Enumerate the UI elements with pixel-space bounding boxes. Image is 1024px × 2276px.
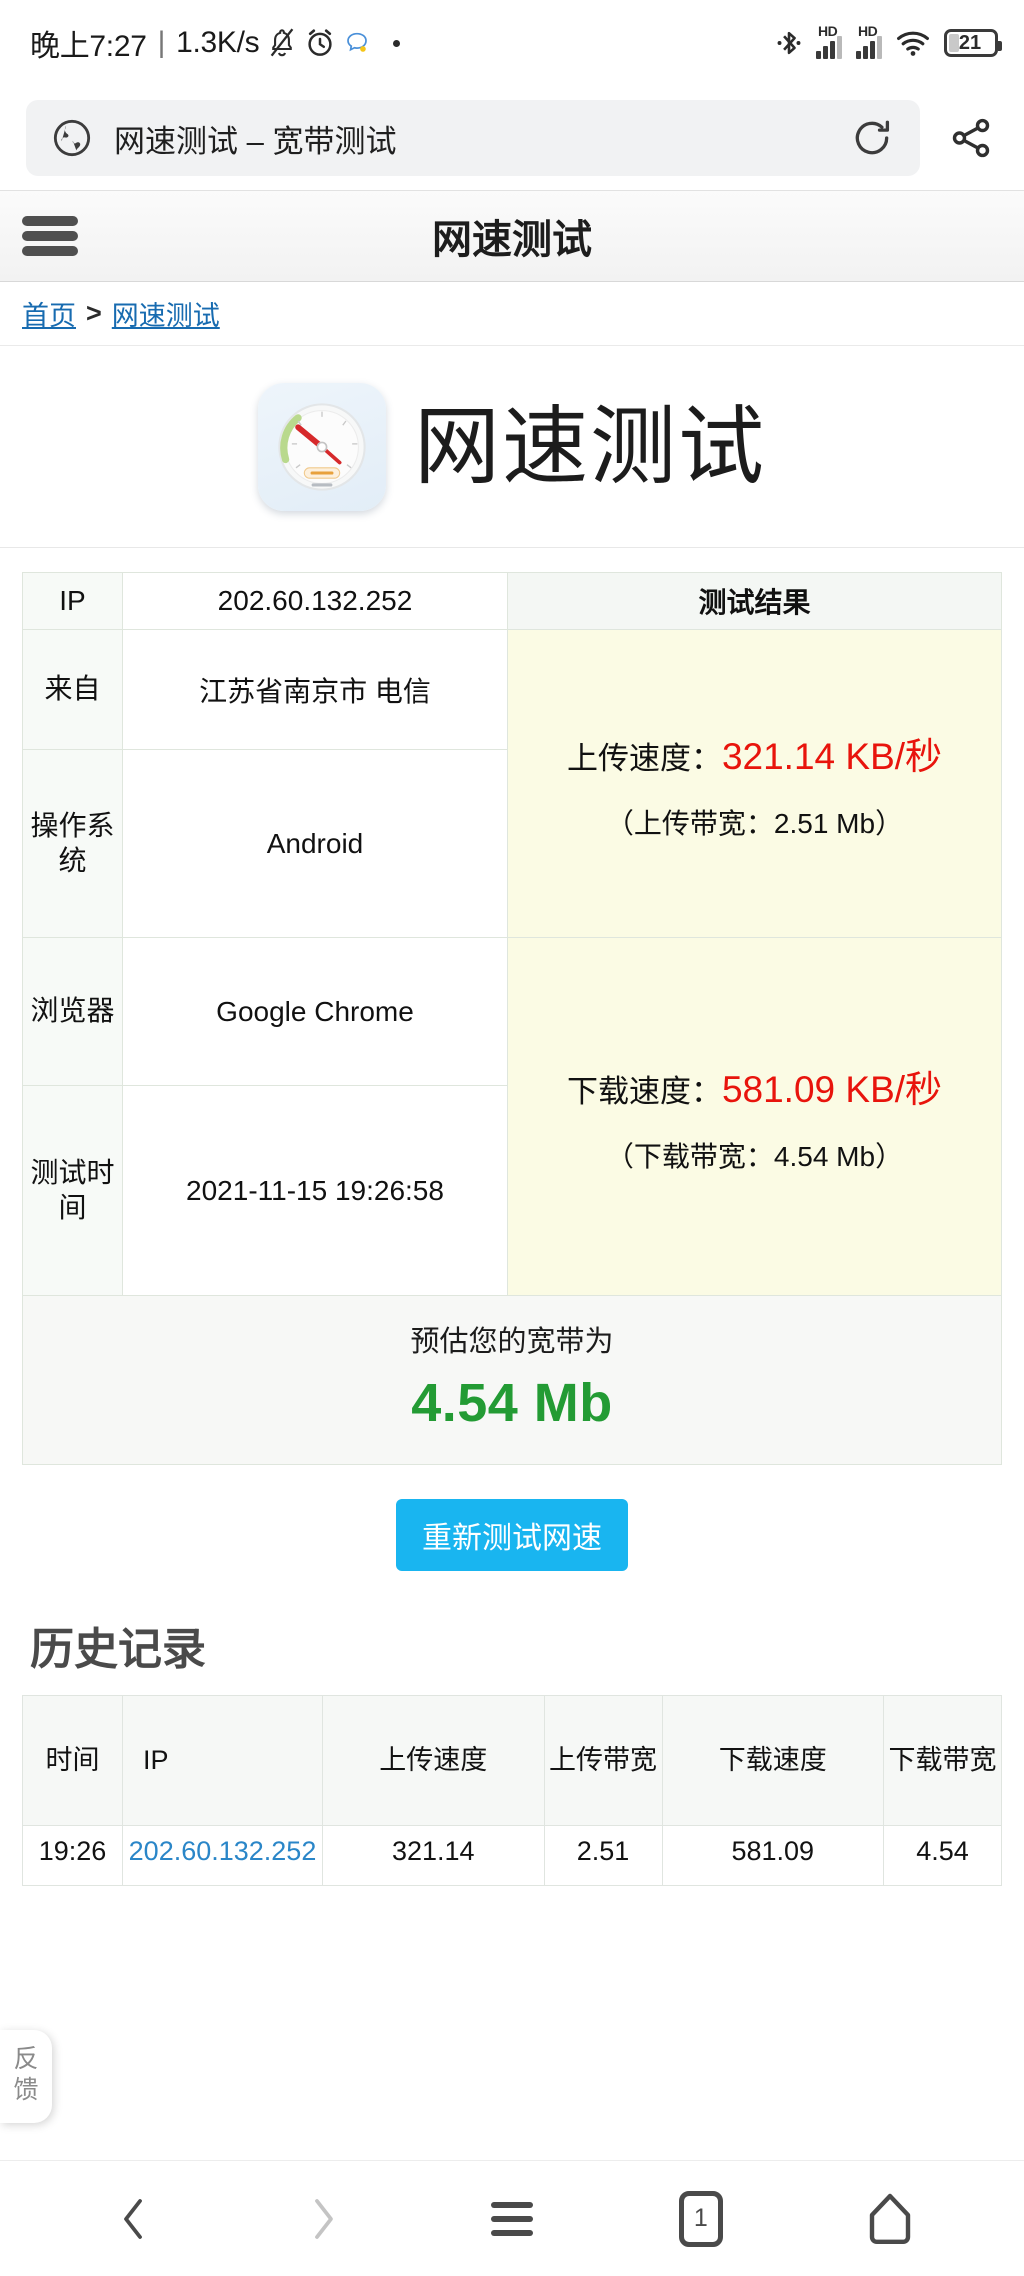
chat-bubble-icon [344,30,370,56]
estimate-label: 预估您的宽带为 [410,1326,614,1358]
share-icon[interactable] [948,115,994,161]
tab-count-badge: 1 [678,2190,723,2247]
history-cell-time: 19:26 [22,1825,123,1886]
battery-icon: 21 [944,29,1002,57]
nav-menu-icon[interactable] [467,2174,557,2264]
history-title: 历史记录 [30,1625,206,1674]
address-bar[interactable]: 网速测试 – 宽带测试 [26,100,920,176]
download-speed-label: 下载速度： [566,1073,722,1109]
retest-button[interactable]: 重新测试网速 [396,1499,628,1571]
page-title: 网速测试 [432,218,592,262]
battery-level: 21 [958,31,982,54]
hd-label-1: HD [818,23,838,39]
retest-button-wrap: 重新测试网速 [22,1499,1002,1571]
breadcrumb-separator: > [86,298,102,328]
wifi-icon [896,29,930,57]
dot-icon [393,39,401,47]
download-result-cell: 下载速度：581.09 KB/秒 （下载带宽：4.54 Mb） [507,937,1002,1296]
phone-screen: 晚上7:27 | 1.3K/s HD HD 21 网速测试 – 宽带测试 网速测… [0,0,1024,2276]
history-cell-ip[interactable]: 202.60.132.252 [122,1825,323,1886]
home-icon[interactable] [845,2174,935,2264]
hd-signal-icon-2: HD [856,23,882,59]
download-speed-line: 下载速度：581.09 KB/秒 [512,1059,997,1113]
browser-toolbar: 网速测试 – 宽带测试 [0,86,1024,190]
row-value-os: Android [122,749,508,938]
upload-result-cell: 上传速度：321.14 KB/秒 （上传带宽：2.51 Mb） [507,629,1002,938]
result-header: 测试结果 [507,572,1002,630]
row-value-ip: 202.60.132.252 [122,572,508,630]
estimate-box: 预估您的宽带为 4.54 Mb [22,1296,1002,1465]
breadcrumb-home-link[interactable]: 首页 [22,294,76,333]
status-separator: | [157,26,166,59]
history-col-download-speed: 下载速度 [661,1695,884,1826]
upload-speed-label: 上传速度： [566,740,722,776]
status-bar-right: HD HD 21 [776,23,1002,59]
signal-bars-1 [816,36,842,59]
download-speed-value: 581.09 KB/秒 [721,1068,943,1110]
upload-speed-value: 321.14 KB/秒 [721,735,943,777]
upload-speed-line: 上传速度：321.14 KB/秒 [512,726,997,780]
hd-signal-icon-1: HD [816,23,842,59]
result-table: IP 202.60.132.252 测试结果 来自 江苏省南京市 电信 上传速度… [22,572,1002,1296]
history-cell-upload-speed: 321.14 [322,1825,545,1886]
bell-off-icon [268,28,296,58]
row-value-browser: Google Chrome [122,937,508,1086]
forward-chevron-icon[interactable] [278,2174,368,2264]
row-label-os: 操作系统 [22,749,123,938]
history-table: 时间 IP 上传速度 上传带宽 下载速度 下载带宽 19:26 202.60.1… [22,1695,1002,1886]
row-label-time: 测试时间 [22,1085,123,1296]
address-bar-text: 网速测试 – 宽带测试 [114,123,397,159]
history-col-upload-bw: 上传带宽 [543,1695,663,1826]
history-cell-download-speed: 581.09 [661,1825,884,1886]
hd-label-2: HD [858,23,878,39]
site-header: 网速测试 [0,190,1024,282]
breadcrumb-current-link[interactable]: 网速测试 [112,294,220,333]
globe-icon [52,118,92,158]
row-label-ip: IP [22,572,123,630]
back-chevron-icon[interactable] [89,2174,179,2264]
bluetooth-icon [776,27,802,59]
history-col-download-bw: 下载带宽 [883,1695,1002,1826]
history-col-time: 时间 [22,1695,123,1826]
row-value-time: 2021-11-15 19:26:58 [122,1085,508,1296]
hamburger-icon [490,2201,533,2236]
reload-icon[interactable] [850,116,894,160]
speedometer-icon [258,382,386,511]
history-cell-upload-bw: 2.51 [543,1825,663,1886]
hero-section: 网速测试 [0,346,1024,548]
table-row: 浏览器 Google Chrome 下载速度：581.09 KB/秒 （下载带宽… [22,937,1002,1296]
upload-bandwidth: （上传带宽：2.51 Mb） [605,807,904,839]
feedback-tab[interactable]: 反馈 [0,2030,52,2123]
signal-bars-2 [856,36,882,59]
tab-switcher-button[interactable]: 1 [656,2174,746,2264]
browser-bottom-nav: 1 [0,2160,1024,2276]
alarm-icon [305,28,335,58]
status-bar-left: 晚上7:27 | 1.3K/s [30,21,401,65]
table-row: IP 202.60.132.252 测试结果 [22,572,1002,630]
hero-title: 网速测试 [414,398,766,495]
status-bar: 晚上7:27 | 1.3K/s HD HD 21 [0,0,1024,86]
main-content: IP 202.60.132.252 测试结果 来自 江苏省南京市 电信 上传速度… [0,572,1024,1886]
table-row: 来自 江苏省南京市 电信 上传速度：321.14 KB/秒 （上传带宽：2.51… [22,629,1002,938]
row-value-from: 江苏省南京市 电信 [122,629,508,750]
hamburger-icon[interactable] [22,216,78,256]
estimate-value: 4.54 Mb [411,1373,613,1433]
history-col-ip: IP [122,1695,323,1826]
table-row: 19:26 202.60.132.252 321.14 2.51 581.09 … [22,1825,1002,1886]
status-time: 晚上7:27 [30,30,147,63]
history-cell-download-bw: 4.54 [883,1825,1002,1886]
history-col-upload-speed: 上传速度 [322,1695,545,1826]
breadcrumb: 首页 > 网速测试 [0,282,1024,346]
row-label-from: 来自 [22,629,123,750]
network-speed-text: 1.3K/s [176,26,260,59]
download-bandwidth: （下载带宽：4.54 Mb） [605,1140,904,1172]
row-label-browser: 浏览器 [22,937,123,1086]
history-header-row: 时间 IP 上传速度 上传带宽 下载速度 下载带宽 [22,1695,1002,1826]
